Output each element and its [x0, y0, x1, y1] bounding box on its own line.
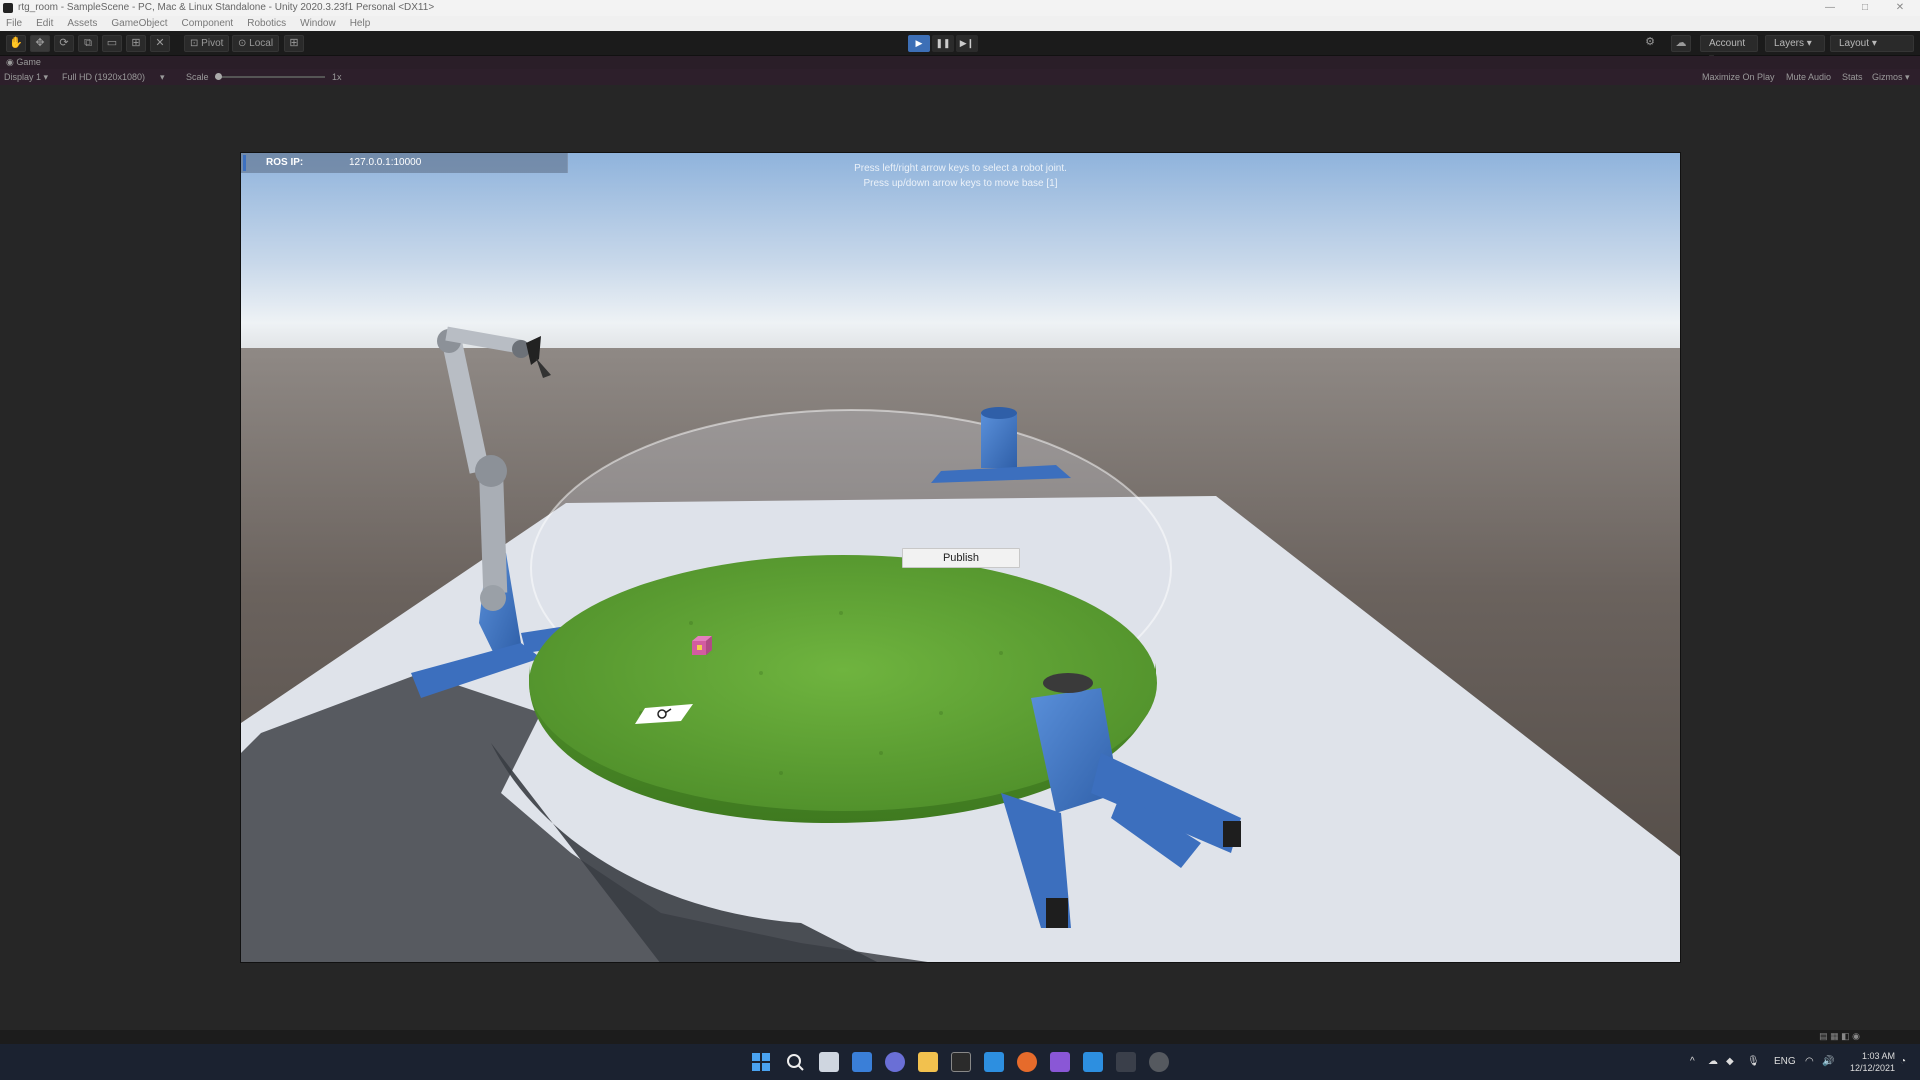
game-viewport[interactable]: ROS IP: 127.0.0.1:10000 Press left/right…: [240, 152, 1681, 963]
pivot-icon: ⊡: [190, 38, 202, 49]
scale-slider-handle[interactable]: [215, 73, 222, 80]
account-label: Account: [1709, 38, 1746, 49]
scale-value: 1x: [332, 72, 342, 82]
window-title-bar: rtg_room - SampleScene - PC, Mac & Linux…: [0, 0, 1920, 16]
move-tool-icon[interactable]: ✥: [30, 35, 50, 52]
maximize-on-play-toggle[interactable]: Maximize On Play: [1702, 69, 1775, 85]
notification-icon[interactable]: ◔: [1900, 1044, 1906, 1080]
game-tab-bar: ◉ Game: [0, 56, 1920, 69]
dropbox-icon[interactable]: ◆: [1726, 1044, 1734, 1080]
layout-label: Layout: [1839, 38, 1870, 49]
stats-toggle[interactable]: Stats: [1842, 69, 1863, 85]
clock-date: 12/12/2021: [1849, 1063, 1895, 1073]
pivot-label: Pivot: [201, 38, 224, 49]
menu-bar: File Edit Assets GameObject Component Ro…: [0, 16, 1920, 31]
onedrive-icon[interactable]: ☁: [1708, 1044, 1718, 1080]
arrow-app-icon[interactable]: [1116, 1052, 1136, 1072]
instruction-line-1: Press left/right arrow keys to select a …: [854, 163, 1067, 174]
visual-studio-icon[interactable]: [1050, 1052, 1070, 1072]
widgets-icon[interactable]: [852, 1052, 872, 1072]
menu-robotics[interactable]: Robotics: [247, 16, 286, 31]
gizmos-dropdown[interactable]: Gizmos ▾: [1872, 69, 1910, 85]
layout-dropdown[interactable]: Layout ▾: [1830, 35, 1914, 52]
maximize-button[interactable]: □: [1850, 0, 1880, 16]
close-button[interactable]: ✕: [1885, 0, 1915, 16]
account-dropdown[interactable]: Account ▾: [1700, 35, 1758, 64]
status-bar: ▤ ▦ ◧ ◉: [0, 1030, 1920, 1044]
step-button[interactable]: ▶❙: [956, 35, 978, 52]
volume-icon[interactable]: 🔊: [1822, 1044, 1834, 1080]
start-icon[interactable]: [751, 1052, 771, 1072]
main-toolbar: ✋ ✥ ⟳ ⧉ ▭ ⊞ ✕ ⊡ Pivot ⊙ Local ⊞ ▶ ❚❚ ▶❙ …: [0, 31, 1920, 64]
scale-tool-icon[interactable]: ⧉: [78, 35, 98, 52]
wifi-icon[interactable]: ◠: [1805, 1044, 1814, 1080]
local-label: Local: [249, 38, 274, 49]
local-toggle[interactable]: ⊙ Local: [232, 35, 280, 52]
gizmos-label: Gizmos: [1872, 72, 1903, 82]
firefox-icon[interactable]: [1017, 1052, 1037, 1072]
layers-label: Layers: [1774, 38, 1805, 49]
windows-taskbar: ^ ☁ ◆ 🎙 ENG ◠ 🔊 1:03 AM 12/12/2021 ◔: [0, 1044, 1920, 1080]
minimize-button[interactable]: —: [1815, 0, 1845, 16]
tray-overflow-icon[interactable]: ^: [1690, 1044, 1695, 1080]
display-label: Display 1: [4, 72, 42, 82]
language-indicator[interactable]: ENG: [1774, 1044, 1796, 1080]
tab-game[interactable]: Game: [16, 57, 41, 67]
cloud-icon[interactable]: ☁: [1671, 35, 1691, 52]
mute-audio-toggle[interactable]: Mute Audio: [1786, 69, 1831, 85]
hand-tool-icon[interactable]: ✋: [6, 35, 26, 52]
task-view-icon[interactable]: [819, 1052, 839, 1072]
file-explorer-icon[interactable]: [918, 1052, 938, 1072]
game-view-control-bar: Display 1 ▾ Full HD (1920x1080) ▾ Scale …: [0, 69, 1920, 85]
display-dropdown[interactable]: Display 1 ▾: [4, 69, 48, 85]
menu-window[interactable]: Window: [300, 16, 336, 31]
resolution-dropdown[interactable]: Full HD (1920x1080) ▾: [62, 69, 165, 85]
window-title: rtg_room - SampleScene - PC, Mac & Linux…: [18, 2, 435, 13]
chat-icon[interactable]: [885, 1052, 905, 1072]
game-tab-icon: ◉: [6, 57, 17, 67]
terminal-icon[interactable]: [951, 1052, 971, 1072]
play-button[interactable]: ▶: [908, 35, 930, 52]
menu-assets[interactable]: Assets: [67, 16, 97, 31]
clock[interactable]: 1:03 AM 12/12/2021: [1845, 1050, 1895, 1074]
grid-snap-icon[interactable]: ⊞: [284, 35, 304, 52]
publish-button[interactable]: Publish: [902, 548, 1020, 568]
custom-tool-icon[interactable]: ✕: [150, 35, 170, 52]
transform-tool-icon[interactable]: ⊞: [126, 35, 146, 52]
menu-help[interactable]: Help: [350, 16, 371, 31]
chevron-down-icon: ▾: [1871, 38, 1877, 49]
menu-gameobject[interactable]: GameObject: [111, 16, 167, 31]
pink-cube: [692, 636, 712, 655]
rotate-tool-icon[interactable]: ⟳: [54, 35, 74, 52]
vscode-icon[interactable]: [1083, 1052, 1103, 1072]
status-icons[interactable]: ▤ ▦ ◧ ◉: [1819, 1031, 1860, 1042]
store-icon[interactable]: [984, 1052, 1004, 1072]
scale-label: Scale: [186, 72, 209, 82]
layers-dropdown[interactable]: Layers ▾: [1765, 35, 1825, 52]
menu-file[interactable]: File: [6, 16, 22, 31]
search-icon[interactable]: [785, 1052, 805, 1072]
instruction-line-2: Press up/down arrow keys to move base [1…: [863, 178, 1058, 189]
resolution-label: Full HD (1920x1080): [62, 72, 146, 82]
scale-slider[interactable]: [215, 73, 325, 80]
unity-logo-icon: [3, 3, 13, 13]
local-icon: ⊙: [238, 38, 250, 49]
unity-hub-icon[interactable]: [1149, 1052, 1169, 1072]
rect-tool-icon[interactable]: ▭: [102, 35, 122, 52]
pause-button[interactable]: ❚❚: [932, 35, 954, 52]
chevron-down-icon: ▾: [1806, 38, 1812, 49]
mic-icon[interactable]: 🎙: [1747, 1044, 1760, 1080]
services-icon[interactable]: ⚙: [1640, 35, 1660, 52]
pivot-toggle[interactable]: ⊡ Pivot: [184, 35, 230, 52]
menu-component[interactable]: Component: [182, 16, 234, 31]
menu-edit[interactable]: Edit: [36, 16, 53, 31]
clock-time: 1:03 AM: [1861, 1051, 1895, 1061]
